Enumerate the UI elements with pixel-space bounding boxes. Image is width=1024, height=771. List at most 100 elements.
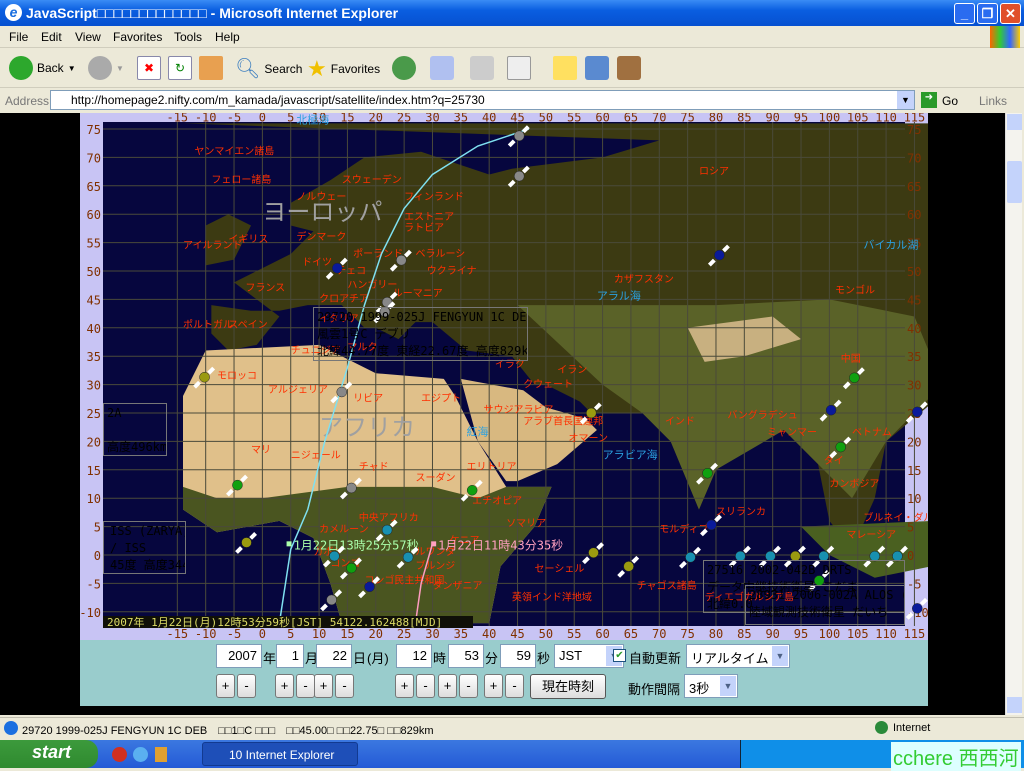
ie-quicklaunch-icon[interactable] bbox=[133, 747, 148, 762]
satellite-icon bbox=[329, 550, 340, 562]
satellite-icon bbox=[825, 404, 837, 416]
close-button[interactable]: ✕ bbox=[1000, 3, 1021, 24]
history-icon[interactable] bbox=[392, 56, 416, 80]
auto-update-checkbox[interactable]: ✔ bbox=[613, 649, 626, 662]
current-time-button[interactable]: 現在時刻 bbox=[530, 674, 606, 699]
month-input[interactable]: 1 bbox=[276, 644, 304, 668]
scroll-up-button[interactable] bbox=[1007, 114, 1022, 130]
page-content: -15 -15 -10 -10 -5 -5 0 0 5 5 10 10 15 15 20 20 25 25 30 30… bbox=[0, 113, 1005, 715]
tooltip-iss: ISS (ZARYA) / ISS 45度 高度344km bbox=[103, 521, 186, 574]
links-button[interactable]: Links bbox=[979, 94, 1007, 108]
second-plus-button[interactable]: + bbox=[484, 674, 503, 698]
year-plus-button[interactable]: + bbox=[216, 674, 235, 698]
lon-tick-top: 45 bbox=[510, 113, 524, 125]
satellite-icon bbox=[623, 561, 634, 572]
day-input[interactable]: 22 bbox=[316, 644, 352, 668]
go-arrow-icon[interactable]: ➜ bbox=[921, 92, 937, 108]
lat-tick-right: 45 bbox=[907, 293, 921, 307]
auto-update-label: 自動更新 bbox=[629, 651, 682, 666]
lat-tick-left: 65 bbox=[87, 180, 101, 194]
year-minus-button[interactable]: - bbox=[237, 674, 256, 698]
refresh-icon[interactable]: ↻ bbox=[168, 56, 192, 80]
country-label: イラン bbox=[557, 364, 587, 376]
country-label: エストニア bbox=[404, 212, 454, 223]
forward-arrow-icon bbox=[88, 56, 112, 80]
country-label: ラトビア bbox=[404, 222, 444, 234]
minimize-button[interactable]: _ bbox=[954, 3, 975, 24]
lon-tick-top: 70 bbox=[652, 113, 666, 125]
lon-tick-top: 15 bbox=[340, 113, 354, 125]
home-icon[interactable] bbox=[199, 56, 223, 80]
messenger-quicklaunch-icon[interactable] bbox=[155, 747, 167, 762]
menu-help[interactable]: Help bbox=[215, 30, 240, 44]
lat-tick-right: 65 bbox=[907, 180, 921, 194]
country-label: ベトナム bbox=[852, 427, 892, 439]
mail-icon[interactable] bbox=[430, 56, 454, 80]
lat-tick-left: 50 bbox=[87, 265, 101, 279]
lon-tick-top: 20 bbox=[369, 113, 383, 125]
menu-tools[interactable]: Tools bbox=[174, 30, 202, 44]
interval-value: 3秒 bbox=[689, 681, 710, 696]
minute-input[interactable]: 53 bbox=[448, 644, 484, 668]
country-label: ブルンジ bbox=[415, 559, 455, 572]
track-time-label: 1月22日11時43分35秒 bbox=[438, 538, 563, 552]
minute-minus-button[interactable]: - bbox=[459, 674, 478, 698]
water-label: バイカル湖 bbox=[863, 238, 918, 251]
day-plus-button[interactable]: + bbox=[314, 674, 333, 698]
start-button[interactable]: start bbox=[0, 740, 98, 768]
edit-icon[interactable] bbox=[507, 56, 531, 80]
stop-icon[interactable]: ✖ bbox=[137, 56, 161, 80]
search-button[interactable]: 🔍︎ Search bbox=[235, 56, 302, 81]
lon-tick-bottom: 45 bbox=[510, 627, 524, 640]
country-label: スウェーデン bbox=[342, 173, 402, 186]
address-input[interactable]: http://homepage2.nifty.com/m_kamada/java… bbox=[50, 90, 915, 110]
messenger-icon[interactable] bbox=[585, 56, 609, 80]
country-label: アルジェリア bbox=[268, 385, 328, 396]
maximize-button[interactable]: ❐ bbox=[977, 3, 998, 24]
menu-file[interactable]: File bbox=[9, 30, 28, 44]
vertical-scrollbar[interactable] bbox=[1005, 113, 1022, 715]
tooltip-partial: 2A 高度496km bbox=[103, 403, 167, 456]
chevron-down-icon[interactable]: ▼ bbox=[897, 91, 914, 109]
mode-select[interactable]: リアルタイム ▼ bbox=[686, 644, 790, 668]
taskbar-ie-group[interactable]: 10 Internet Explorer bbox=[202, 742, 358, 766]
interval-select[interactable]: 3秒 ▼ bbox=[684, 674, 738, 698]
country-label: ニジェール bbox=[291, 450, 341, 461]
second-minus-button[interactable]: - bbox=[505, 674, 524, 698]
search-label: Search bbox=[264, 61, 303, 76]
lon-tick-bottom: 95 bbox=[794, 627, 808, 640]
month-plus-button[interactable]: + bbox=[275, 674, 294, 698]
menu-favorites[interactable]: Favorites bbox=[113, 30, 162, 44]
second-input[interactable]: 59 bbox=[500, 644, 536, 668]
satellite-icon bbox=[685, 552, 696, 563]
interval-label: 動作間隔 bbox=[628, 682, 681, 697]
discuss-icon[interactable] bbox=[553, 56, 577, 80]
country-label: バングラデシュ bbox=[727, 409, 798, 422]
menu-view[interactable]: View bbox=[75, 30, 101, 44]
scroll-thumb[interactable] bbox=[1007, 161, 1022, 203]
hour-input[interactable]: 12 bbox=[396, 644, 432, 668]
quicklaunch-icon[interactable] bbox=[112, 747, 127, 762]
satellite-icon bbox=[326, 594, 337, 606]
go-button[interactable]: Go bbox=[942, 94, 958, 108]
forward-button[interactable]: ▼ bbox=[88, 56, 124, 80]
day-minus-button[interactable]: - bbox=[335, 674, 354, 698]
country-label: セーシェル bbox=[535, 563, 585, 575]
month-minus-button[interactable]: - bbox=[296, 674, 315, 698]
satellite-icon bbox=[706, 519, 717, 531]
research-icon[interactable] bbox=[617, 56, 641, 80]
hour-plus-button[interactable]: + bbox=[395, 674, 414, 698]
satellite-map[interactable]: -15 -15 -10 -10 -5 -5 0 0 5 5 10 10 15 15 20 20 25 25 30 30… bbox=[80, 113, 928, 640]
scroll-down-button[interactable] bbox=[1007, 697, 1022, 713]
minute-plus-button[interactable]: + bbox=[438, 674, 457, 698]
hour-minus-button[interactable]: - bbox=[416, 674, 435, 698]
lon-tick-top: 35 bbox=[454, 113, 468, 125]
favorites-button[interactable]: ★ Favorites bbox=[307, 56, 380, 82]
menu-edit[interactable]: Edit bbox=[41, 30, 62, 44]
year-input[interactable]: 2007 bbox=[216, 644, 262, 668]
tray-text: cchere 西西河 bbox=[891, 742, 1021, 771]
map-clock-text: 2007年 1月22日(月)12時53分59秒[JST] 54122.16248… bbox=[107, 615, 442, 629]
print-icon[interactable] bbox=[470, 56, 494, 80]
task-label: 10 Internet Explorer bbox=[229, 748, 335, 762]
back-button[interactable]: Back ▼ bbox=[9, 56, 76, 80]
